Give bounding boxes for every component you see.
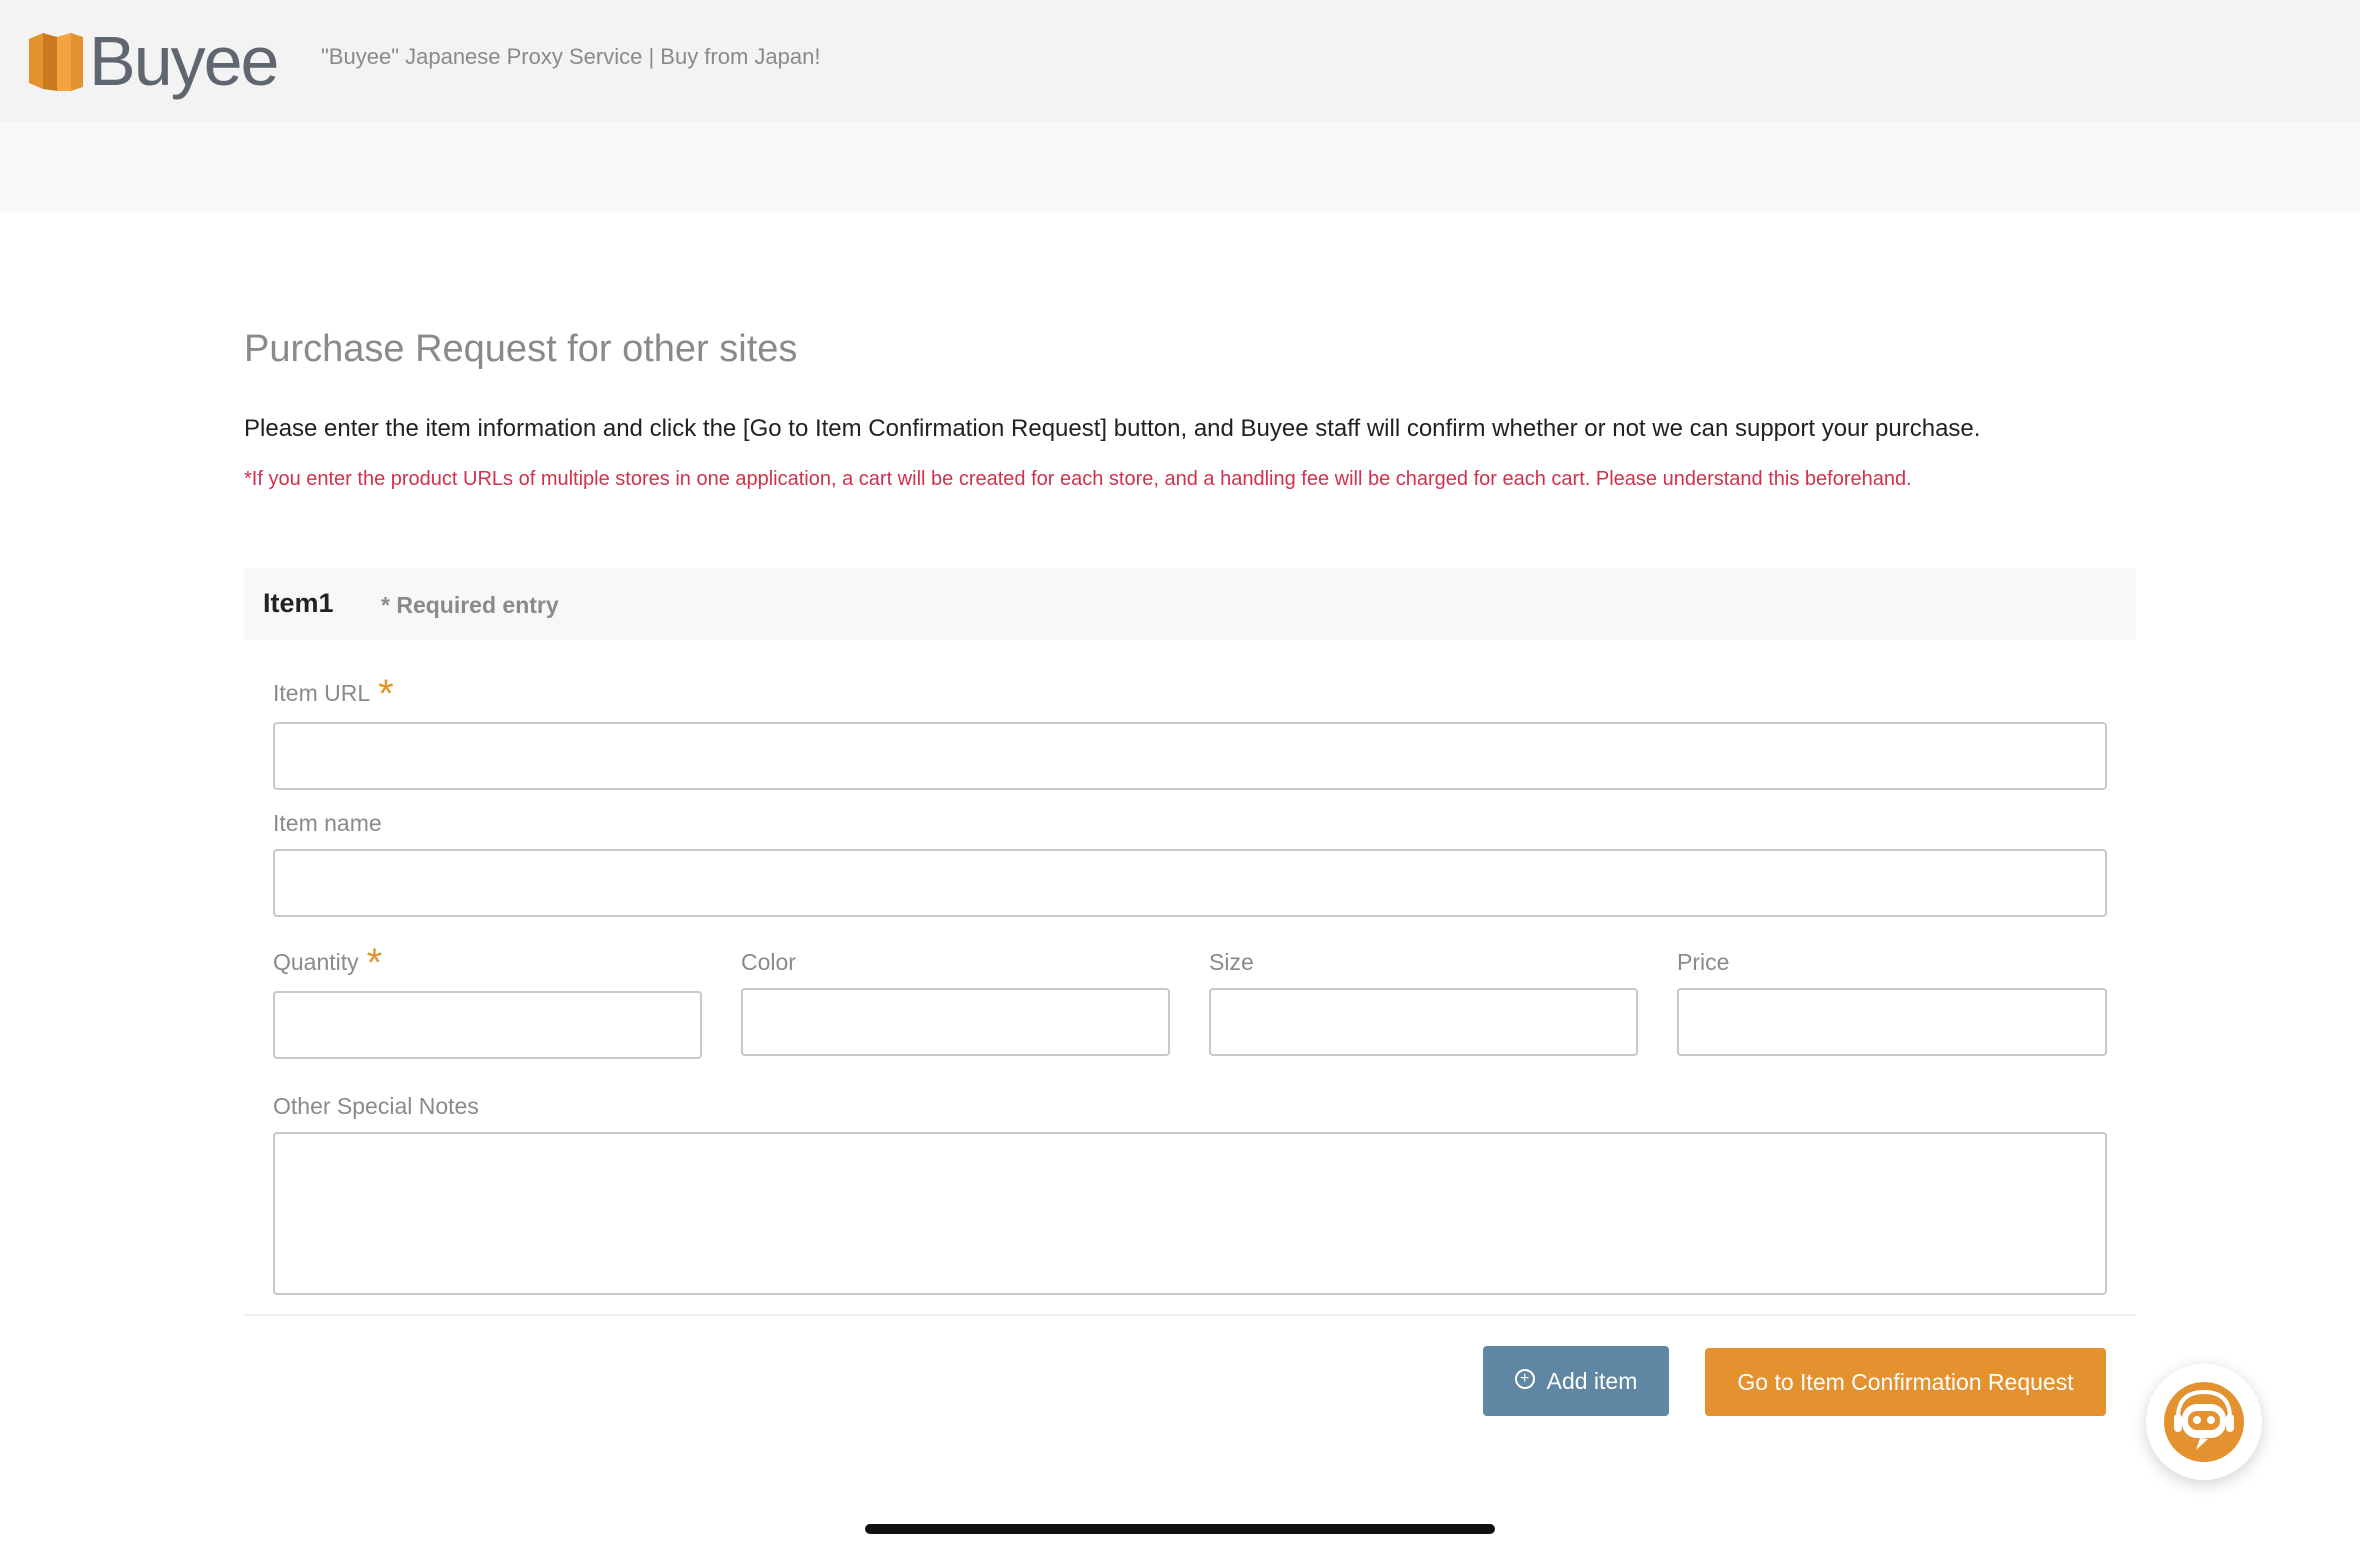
item-name-input[interactable] [273,849,2107,917]
item-title: Item1 [263,588,334,618]
required-asterisk: * [378,672,394,716]
plus-circle-icon: + [1514,1369,1535,1389]
quantity-label: Quantity * [273,941,383,985]
robot-chat-icon [2164,1382,2244,1462]
special-notes-label: Other Special Notes [273,1093,479,1119]
section-divider [244,1314,2136,1316]
home-indicator [865,1524,1495,1534]
size-input[interactable] [1209,988,1638,1056]
quantity-input[interactable] [273,991,702,1059]
size-label: Size [1209,949,1254,975]
required-entry-note: * Required entry [381,592,559,618]
logo-text: Buyee [89,22,279,100]
page-title: Purchase Request for other sites [244,328,798,370]
add-item-label: Add item [1546,1367,1638,1394]
item-section-header: Item1 * Required entry [244,568,2136,640]
box-logo-icon [29,33,83,91]
navigation-bar [0,122,2360,212]
instructions-text: Please enter the item information and cl… [244,415,1981,442]
buyee-logo[interactable]: Buyee [27,22,279,100]
item-url-label: Item URL * [273,672,394,716]
color-input[interactable] [741,988,1170,1056]
special-notes-textarea[interactable] [273,1132,2107,1295]
price-label: Price [1677,949,1730,975]
support-chat-button[interactable] [2146,1364,2262,1480]
item-name-label: Item name [273,810,382,836]
go-to-confirmation-button[interactable]: Go to Item Confirmation Request [1705,1348,2106,1416]
header-tagline: "Buyee" Japanese Proxy Service | Buy fro… [321,44,821,69]
top-header: Buyee "Buyee" Japanese Proxy Service | B… [0,0,2360,122]
item-url-input[interactable] [273,722,2107,790]
required-asterisk: * [366,941,383,985]
price-input[interactable] [1677,988,2107,1056]
add-item-button[interactable]: + Add item [1483,1346,1669,1416]
color-label: Color [741,949,796,975]
multi-store-warning: *If you enter the product URLs of multip… [244,468,1912,490]
